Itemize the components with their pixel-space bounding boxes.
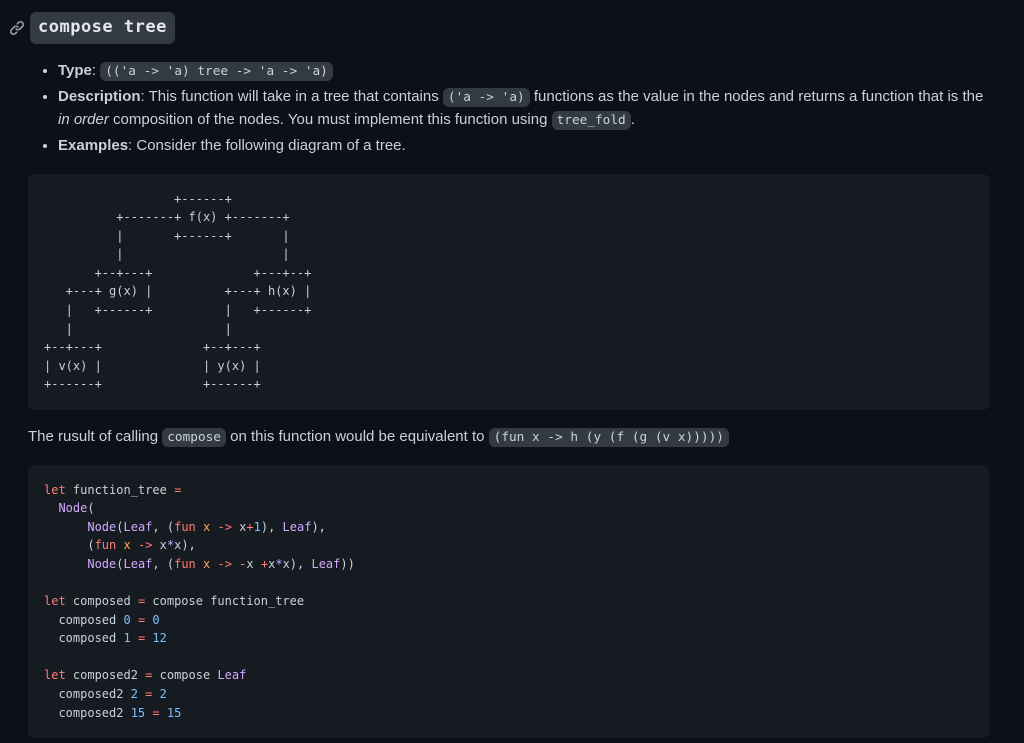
description-label: Description <box>58 88 141 105</box>
examples-text: : Consider the following diagram of a tr… <box>128 137 406 154</box>
description-item: Description: This function will take in … <box>58 86 989 131</box>
description-text-4: . <box>631 111 635 128</box>
tree-diagram-ascii: +------+ +-------+ f(x) +-------+ | +---… <box>44 192 311 392</box>
section-heading: compose tree <box>9 12 989 44</box>
example-code-block: let function_tree = Node( Node(Leaf, (fu… <box>28 465 989 739</box>
examples-item: Examples: Consider the following diagram… <box>58 135 989 158</box>
tree-diagram-block: +------+ +-------+ f(x) +-------+ | +---… <box>28 174 989 411</box>
description-code-1: ('a -> 'a) <box>443 88 530 107</box>
result-code-2: (fun x -> h (y (f (g (v x))))) <box>489 428 729 447</box>
type-signature-code: (('a -> 'a) tree -> 'a -> 'a) <box>100 62 333 81</box>
description-code-2: tree_fold <box>552 111 631 130</box>
description-text-1: : This function will take in a tree that… <box>141 88 443 105</box>
link-icon <box>9 20 25 36</box>
result-paragraph: The rusult of calling compose on this fu… <box>28 426 989 449</box>
type-label: Type <box>58 62 92 79</box>
examples-label: Examples <box>58 137 128 154</box>
markdown-body: compose tree Type: (('a -> 'a) tree -> '… <box>0 0 1024 738</box>
description-italic: in order <box>58 111 109 128</box>
result-code-1: compose <box>162 428 226 447</box>
result-text-2: on this function would be equivalent to <box>226 428 489 445</box>
spec-list: Type: (('a -> 'a) tree -> 'a -> 'a) Desc… <box>28 60 989 158</box>
type-item: Type: (('a -> 'a) tree -> 'a -> 'a) <box>58 60 989 83</box>
description-text-3: composition of the nodes. You must imple… <box>109 111 552 128</box>
example-code-lines: let function_tree = Node( Node(Leaf, (fu… <box>44 483 355 720</box>
result-text-1: The rusult of calling <box>28 428 162 445</box>
description-text-2: functions as the value in the nodes and … <box>530 88 984 105</box>
heading-code-badge: compose tree <box>30 12 175 44</box>
anchor-link[interactable] <box>9 20 25 36</box>
type-sep: : <box>92 62 100 79</box>
